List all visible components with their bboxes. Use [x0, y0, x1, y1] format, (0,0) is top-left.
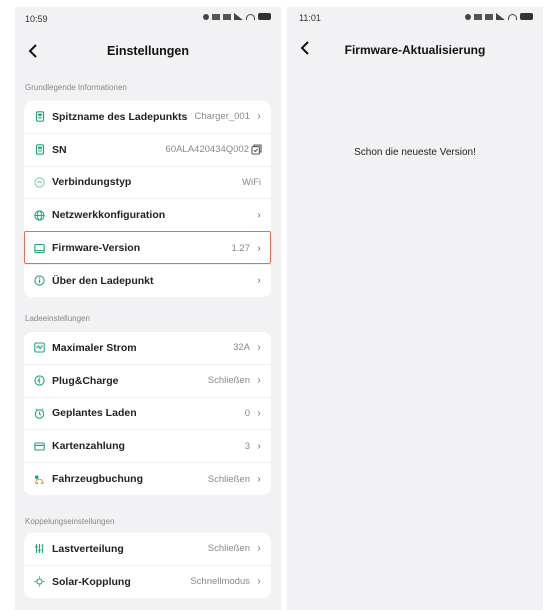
row-value: 60ALA420434Q002	[165, 144, 249, 156]
settings-row-netzwerkkonfiguration[interactable]: Netzwerkkonfiguration ›	[24, 198, 271, 231]
info-icon	[34, 275, 45, 287]
wifi-icon	[246, 13, 255, 20]
card-icon	[34, 441, 45, 452]
row-label: Netzwerkkonfiguration	[52, 209, 166, 222]
charger-icon	[34, 111, 45, 123]
settings-screen: 10:59 Einstellungen Grundlegende Informa…	[15, 7, 281, 610]
nfc-icon	[485, 13, 493, 20]
row-value: Schließen	[207, 543, 250, 555]
notification-icon	[203, 13, 209, 20]
settings-row-lastverteilung[interactable]: Lastverteilung Schließen ›	[24, 533, 271, 565]
status-icons	[465, 13, 533, 20]
row-label: Solar-Kopplung	[52, 575, 131, 588]
notification-icon	[465, 13, 471, 20]
settings-row-firmware-version[interactable]: Firmware-Version 1.27 ›	[24, 231, 271, 264]
row-value: Schnellmodus	[190, 576, 250, 588]
row-label: Verbindungstyp	[52, 176, 132, 189]
settings-row-fahrzeugbuchung[interactable]: Fahrzeugbuchung Schließen ›	[24, 462, 271, 495]
up-to-date-message: Schon die neueste Version!	[354, 147, 476, 158]
section-label: Grundlegende Informationen	[25, 83, 127, 92]
row-label: Maximaler Strom	[52, 341, 137, 354]
cellular-signal-icon	[496, 13, 505, 20]
settings-row-verbindungstyp[interactable]: Verbindungstyp WiFi	[24, 165, 271, 199]
settings-row-geplantes-laden[interactable]: Geplantes Laden 0 ›	[24, 396, 271, 430]
row-label: SN	[52, 143, 67, 156]
row-label: Spitzname des Ladepunkts	[52, 110, 188, 123]
row-value: Schließen	[207, 375, 250, 387]
vehicle-booking-icon	[34, 474, 45, 485]
firmware-icon	[34, 243, 45, 254]
row-label: Über den Ladepunkt	[52, 274, 154, 287]
settings-card: Spitzname des Ladepunkts Charger_001 › SN 60…	[24, 101, 271, 297]
chevron-right-icon: ›	[257, 111, 261, 123]
settings-row-maximaler-strom[interactable]: Maximaler Strom 32A ›	[24, 332, 271, 364]
chevron-right-icon: ›	[257, 242, 261, 254]
firmware-update-screen: 11:01 Firmware-Aktualisierung Schon die …	[287, 7, 543, 610]
wifi-icon	[508, 13, 517, 20]
row-label: Plug&Charge	[52, 374, 119, 387]
row-value: 3	[244, 440, 250, 452]
row-value: Charger_001	[194, 111, 250, 123]
settings-card: Lastverteilung Schließen › Solar-Kopplung Sc…	[24, 533, 271, 598]
section-label: Koppelungseinstellungen	[25, 517, 115, 526]
status-time: 10:59	[25, 14, 48, 24]
row-label: Lastverteilung	[52, 542, 124, 555]
settings-row-plug-charge[interactable]: Plug&Charge Schließen ›	[24, 363, 271, 397]
status-icons	[203, 13, 271, 20]
chevron-right-icon: ›	[257, 473, 261, 485]
chevron-right-icon: ›	[257, 543, 261, 555]
page-title: Einstellungen	[107, 44, 189, 58]
chevron-right-icon: ›	[257, 407, 261, 419]
battery-icon	[258, 13, 271, 20]
row-value: Schließen	[207, 473, 250, 485]
row-label: Fahrzeugbuchung	[52, 473, 143, 486]
row-value: 1.27	[231, 242, 251, 254]
chevron-right-icon: ›	[257, 275, 261, 287]
chevron-right-icon: ›	[257, 375, 261, 387]
connection-icon	[34, 177, 45, 188]
status-bar: 11:01	[287, 7, 543, 27]
cellular-signal-icon	[234, 13, 243, 20]
row-label: Geplantes Laden	[52, 407, 137, 420]
chevron-right-icon: ›	[257, 440, 261, 452]
row-value: WiFi	[242, 176, 261, 188]
section-label: Ladeeinstellungen	[25, 314, 90, 323]
network-speed-icon	[474, 13, 482, 20]
battery-icon	[520, 13, 533, 20]
nav-bar: Einstellungen	[15, 40, 281, 64]
charger-icon	[34, 144, 45, 155]
row-label: Kartenzahlung	[52, 440, 125, 453]
row-label: Firmware-Version	[52, 242, 141, 255]
load-balance-icon	[34, 543, 45, 554]
status-bar: 10:59	[15, 7, 281, 27]
copy-icon[interactable]	[251, 144, 263, 155]
settings-row-kartenzahlung[interactable]: Kartenzahlung 3 ›	[24, 429, 271, 462]
solar-icon	[34, 576, 45, 587]
settings-card: Maximaler Strom 32A › Plug&Charge Schließen ›…	[24, 332, 271, 495]
page-title: Firmware-Aktualisierung	[344, 43, 486, 57]
settings-row-solar-kopplung[interactable]: Solar-Kopplung Schnellmodus ›	[24, 564, 271, 598]
settings-row-ueber-den-ladepunkt[interactable]: Über den Ladepunkt ›	[24, 263, 271, 297]
globe-icon	[34, 210, 45, 221]
chevron-right-icon: ›	[257, 342, 261, 354]
network-speed-icon	[212, 13, 220, 20]
current-icon	[34, 342, 45, 353]
chevron-right-icon: ›	[257, 576, 261, 588]
plug-charge-icon	[34, 375, 45, 386]
nav-bar: Firmware-Aktualisierung	[287, 37, 543, 61]
chevron-right-icon: ›	[257, 209, 261, 221]
row-value: 32A	[233, 342, 250, 354]
row-value: 0	[244, 407, 250, 419]
status-time: 11:01	[299, 13, 321, 23]
settings-row-spitzname-des-ladepunkts[interactable]: Spitzname des Ladepunkts Charger_001 ›	[24, 101, 271, 133]
nfc-icon	[223, 13, 231, 20]
settings-row-sn[interactable]: SN 60ALA420434Q002	[24, 132, 271, 166]
schedule-icon	[34, 408, 45, 419]
